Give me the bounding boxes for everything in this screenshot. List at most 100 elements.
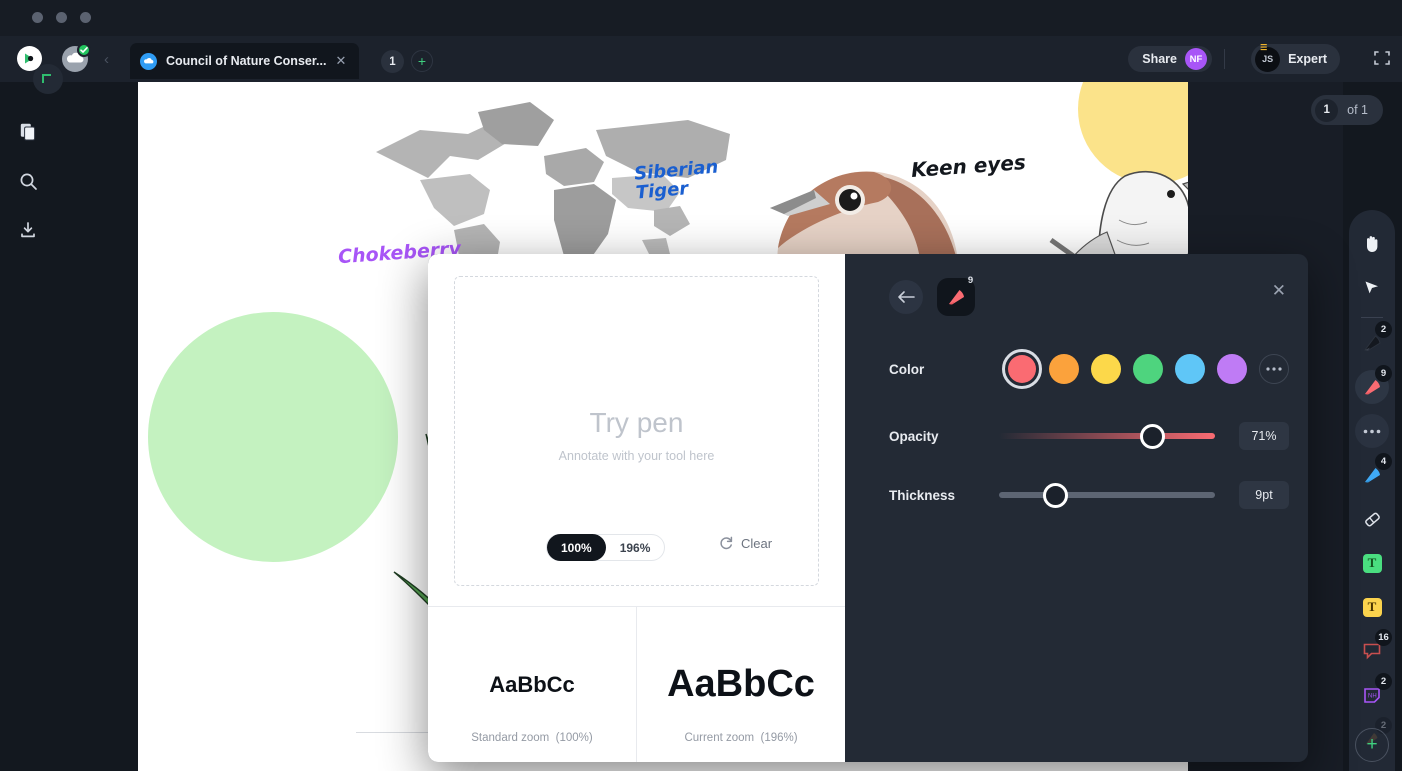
- tab-title: Council of Nature Conser...: [166, 54, 327, 68]
- add-tab-button[interactable]: +: [411, 50, 433, 72]
- pages-panel-icon[interactable]: [14, 118, 42, 146]
- current-pen-avatar[interactable]: 9: [937, 275, 975, 316]
- annotation-toolbar: 2 9 4 T T 16 NH 2 2: [1349, 210, 1395, 771]
- tab-page-count-badge: 1: [381, 50, 404, 73]
- yellow-text-glyph: T: [1362, 597, 1382, 617]
- close-icon[interactable]: ✕: [1272, 281, 1286, 301]
- crown-icon: ☰: [1260, 42, 1267, 52]
- zoom-toggle-group[interactable]: 100% 196%: [546, 534, 666, 561]
- thickness-setting-row: Thickness 9pt: [889, 481, 1289, 509]
- more-options-icon[interactable]: [1355, 414, 1389, 448]
- preview-label: Standard zoom (100%): [471, 732, 593, 744]
- add-annotation-button[interactable]: +: [1355, 728, 1389, 762]
- chevron-down-icon[interactable]: [1355, 766, 1389, 771]
- expert-mode-button[interactable]: ☰ JS Expert: [1251, 43, 1340, 74]
- window-controls[interactable]: [32, 12, 91, 23]
- pen-red-tool-icon[interactable]: 9: [1355, 365, 1392, 404]
- zoom-preview-row: AaBbCc Standard zoom (100%) AaBbCc Curre…: [428, 606, 845, 762]
- preview-sample-text: AaBbCc: [485, 671, 582, 698]
- preview-sample-text: AaBbCc: [662, 663, 829, 706]
- pen-blue-tool-icon[interactable]: 4: [1355, 453, 1392, 492]
- tool-badge: 9: [1375, 365, 1392, 382]
- back-button[interactable]: [889, 280, 923, 314]
- color-label: Color: [889, 361, 925, 377]
- arrow-left-icon: [898, 291, 915, 303]
- window-close-dot[interactable]: [32, 12, 43, 23]
- close-icon[interactable]: ✕: [335, 53, 346, 69]
- annotation-handwriting: Siberian Tiger: [633, 156, 720, 204]
- more-horizontal-icon[interactable]: [1259, 354, 1289, 384]
- tool-badge: 2: [1375, 673, 1392, 690]
- search-icon[interactable]: [14, 167, 42, 195]
- try-pen-title: Try pen: [589, 407, 684, 438]
- pen-preview-panel: Try pen Annotate with your tool here 100…: [428, 254, 845, 762]
- color-swatch-orange[interactable]: [1049, 354, 1079, 384]
- try-pen-subtitle: Annotate with your tool here: [558, 449, 715, 463]
- nav-back-icon[interactable]: ‹: [104, 51, 109, 68]
- window-minimize-dot[interactable]: [56, 12, 67, 23]
- clear-canvas-button[interactable]: Clear: [718, 535, 772, 551]
- document-tab[interactable]: Council of Nature Conser... ✕: [130, 43, 360, 79]
- play-logo-icon: [25, 53, 34, 64]
- sample-glyphs: AaBbCc: [489, 671, 575, 697]
- color-swatch-list: [1002, 349, 1289, 389]
- thickness-value: 9pt: [1238, 481, 1289, 509]
- fullscreen-button[interactable]: [1372, 48, 1392, 68]
- edit-pen-dialog: Try pen Annotate with your tool here 100…: [428, 254, 1308, 762]
- zoom-option-100[interactable]: 100%: [547, 534, 606, 561]
- divider: [1361, 317, 1383, 318]
- sample-glyphs: AaBbCc: [667, 663, 815, 705]
- zoom-option-196[interactable]: 196%: [606, 534, 665, 561]
- hand-tool-icon[interactable]: [1355, 227, 1389, 261]
- opacity-slider-knob[interactable]: [1139, 423, 1165, 449]
- expert-avatar-initials: JS: [1262, 54, 1274, 64]
- download-icon[interactable]: [14, 216, 42, 244]
- comment-tool-icon[interactable]: 16: [1355, 629, 1392, 668]
- svg-text:NH: NH: [1368, 693, 1377, 699]
- color-swatch-blue[interactable]: [1175, 354, 1205, 384]
- preview-label: Current zoom (196%): [684, 732, 798, 744]
- pen-icon: [948, 289, 964, 304]
- cursor-tool-icon[interactable]: [1355, 271, 1389, 305]
- highlight-text-yellow-icon[interactable]: T: [1355, 590, 1389, 624]
- eraser-tool-icon[interactable]: [1355, 502, 1389, 536]
- color-setting-row: Color: [889, 349, 1289, 389]
- green-text-glyph: T: [1362, 553, 1382, 573]
- window-maximize-dot[interactable]: [80, 12, 91, 23]
- divider: [1224, 49, 1225, 69]
- color-swatch-selected[interactable]: [1002, 349, 1042, 389]
- preview-standard-zoom: AaBbCc Standard zoom (100%): [428, 607, 636, 762]
- thickness-slider-knob[interactable]: [1042, 482, 1068, 508]
- thickness-slider[interactable]: [999, 482, 1215, 508]
- opacity-slider[interactable]: [999, 423, 1215, 449]
- fullscreen-icon: [1374, 51, 1390, 65]
- check-icon: [77, 43, 91, 57]
- pen-avatar-badge: 9: [967, 275, 974, 286]
- clear-label: Clear: [741, 535, 773, 551]
- opacity-value: 71%: [1238, 422, 1289, 450]
- avatar: ☰ JS: [1255, 43, 1281, 72]
- pen-black-tool-icon[interactable]: 2: [1355, 321, 1392, 360]
- left-sidebar: [14, 82, 42, 771]
- color-swatch-yellow[interactable]: [1091, 354, 1121, 384]
- note-tool-icon[interactable]: NH 2: [1355, 673, 1392, 712]
- preview-current-zoom: AaBbCc Current zoom (196%): [636, 607, 845, 762]
- pen-settings-panel: 9 Edit pen ⋮ ✕ Color: [845, 254, 1308, 762]
- page-indicator[interactable]: 1 of 1: [1311, 95, 1383, 125]
- share-label: Share: [1142, 52, 1177, 66]
- cloud-sync-status[interactable]: [62, 43, 91, 72]
- color-swatch-purple[interactable]: [1217, 354, 1247, 384]
- page-total: of 1: [1347, 103, 1368, 117]
- refresh-icon: [720, 536, 733, 550]
- page-current: 1: [1315, 98, 1339, 122]
- tool-badge: 16: [1375, 629, 1392, 646]
- expert-label: Expert: [1288, 52, 1327, 66]
- crop-corner-icon[interactable]: [33, 64, 63, 94]
- avatar: NF: [1185, 48, 1207, 70]
- tool-badge: 2: [1375, 321, 1392, 338]
- highlight-text-green-icon[interactable]: T: [1355, 546, 1389, 580]
- share-button[interactable]: Share NF: [1128, 46, 1212, 72]
- cloud-favicon: [140, 52, 157, 70]
- color-swatch-green[interactable]: [1133, 354, 1163, 384]
- os-title-bar: [0, 0, 1402, 36]
